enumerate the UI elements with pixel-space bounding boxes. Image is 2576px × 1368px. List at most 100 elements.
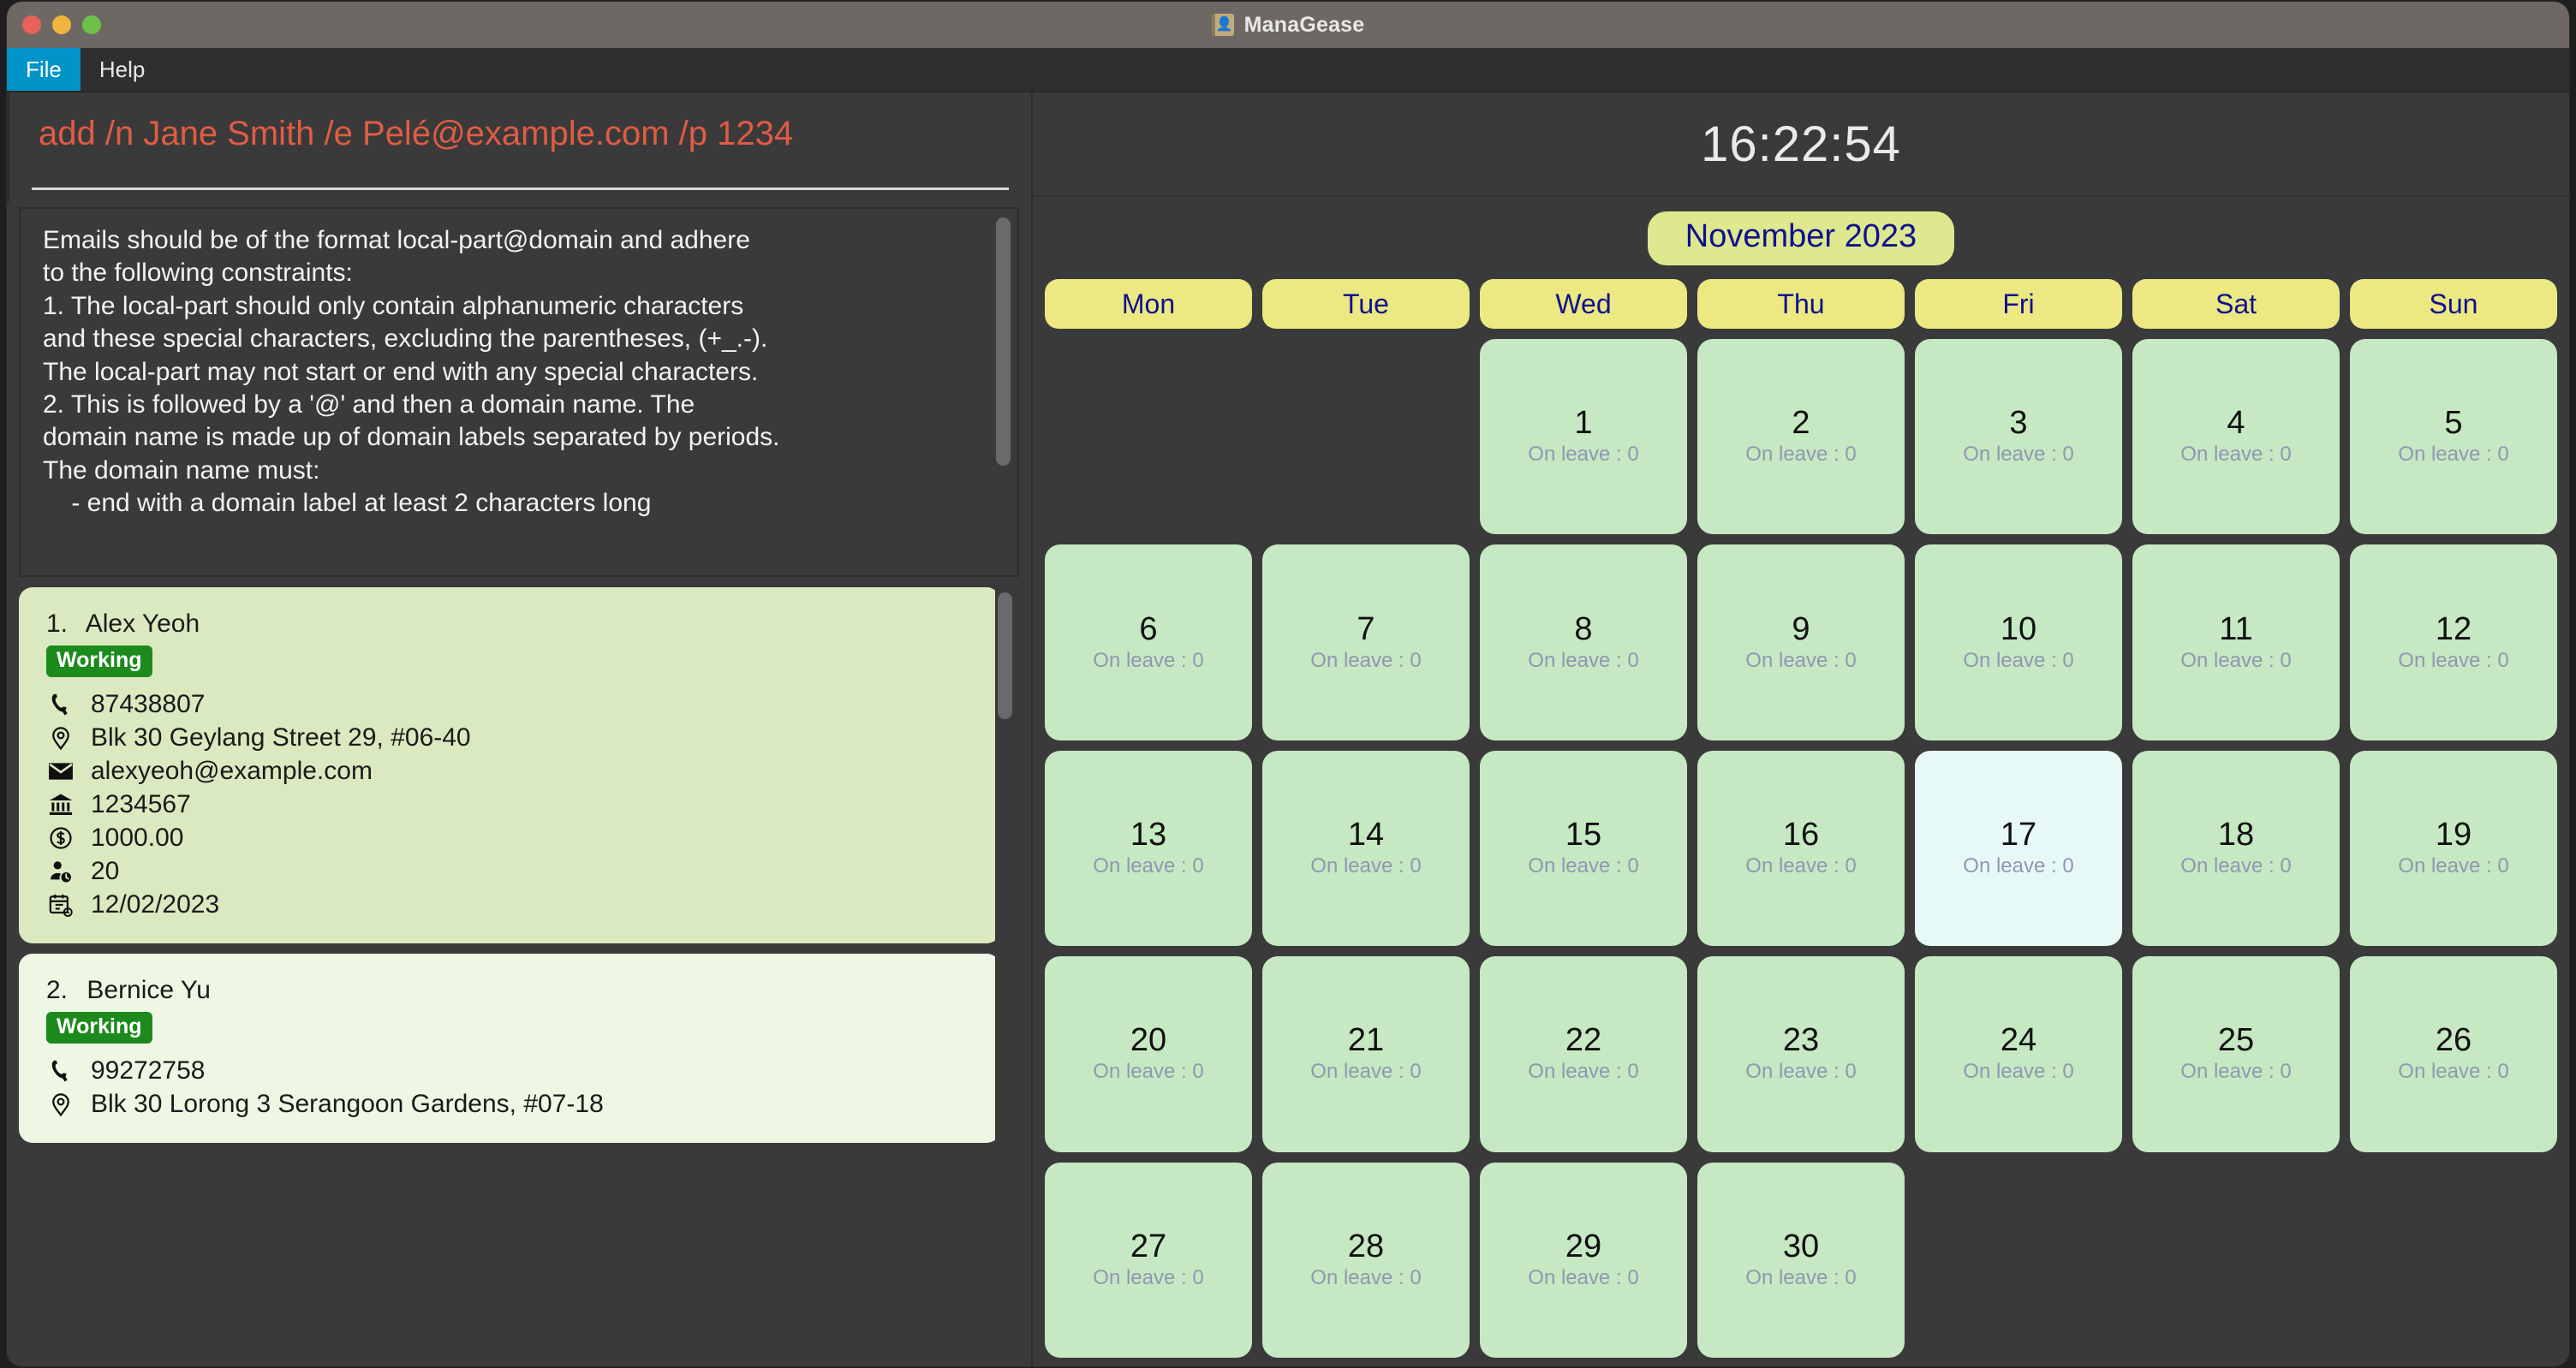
person-join-date: 12/02/2023: [91, 890, 220, 919]
menu-item-file[interactable]: File: [7, 48, 80, 91]
person-salary-row: 1000.00: [46, 824, 973, 853]
calendar-day-cell[interactable]: 1 On leave : 0: [1480, 339, 1687, 535]
person-bank-row: 1234567: [46, 790, 973, 819]
calendar-day-cell[interactable]: 13 On leave : 0: [1045, 750, 1252, 947]
calendar-day-number: 16: [1782, 817, 1820, 854]
list-item[interactable]: 2. Bernice Yu Working 99272758 Blk 30 Lo…: [19, 954, 1000, 1143]
calendar-day-cell[interactable]: 17 On leave : 0: [1915, 750, 2122, 947]
calendar-day-cell[interactable]: 18 On leave : 0: [2132, 750, 2340, 947]
calendar-day-cell[interactable]: 21 On leave : 0: [1262, 956, 1470, 1152]
phone-icon: [46, 1056, 75, 1085]
calendar-day-number: 6: [1139, 610, 1158, 647]
calendar-day-number: 24: [2000, 1022, 2037, 1059]
calendar-empty-cell: [1262, 339, 1470, 534]
calendar-weekday-thu: Thu: [1697, 279, 1905, 329]
calendar: Mon Tue Wed Thu Fri Sat Sun 1 On leave : 0 2 On l…: [1033, 279, 2569, 1366]
calendar-day-cell[interactable]: 4 On leave : 0: [2132, 339, 2340, 535]
menu-bar: File Help: [7, 48, 2569, 92]
calendar-day-on-leave: On leave : 0: [1963, 854, 2074, 877]
calendar-day-cell[interactable]: 27 On leave : 0: [1045, 1162, 1252, 1358]
calendar-day-on-leave: On leave : 0: [1963, 443, 2074, 467]
calendar-day-cell[interactable]: 26 On leave : 0: [2350, 956, 2557, 1152]
menu-item-help[interactable]: Help: [80, 48, 164, 91]
calendar-day-on-leave: On leave : 0: [1093, 648, 1204, 672]
person-list-scrollbar-thumb[interactable]: [998, 592, 1012, 719]
calendar-day-on-leave: On leave : 0: [2180, 443, 2292, 467]
calendar-day-number: 5: [2444, 405, 2463, 442]
calendar-day-cell[interactable]: 3 On leave : 0: [1915, 339, 2122, 535]
person-phone-row: 99272758: [46, 1056, 973, 1085]
calendar-day-cell[interactable]: 8 On leave : 0: [1480, 544, 1687, 741]
calendar-weekday-tue: Tue: [1262, 279, 1470, 329]
calendar-day-on-leave: On leave : 0: [1528, 1265, 1639, 1289]
calendar-day-number: 4: [2227, 405, 2245, 442]
calendar-day-cell[interactable]: 24 On leave : 0: [1915, 956, 2122, 1152]
calendar-day-number: 15: [1565, 817, 1602, 854]
calendar-day-on-leave: On leave : 0: [1745, 443, 1857, 467]
calendar-day-cell[interactable]: 10 On leave : 0: [1915, 544, 2122, 741]
calendar-day-on-leave: On leave : 0: [1745, 648, 1857, 672]
calendar-day-cell[interactable]: 5 On leave : 0: [2350, 339, 2557, 535]
calendar-day-number: 22: [1565, 1022, 1602, 1059]
command-input-area[interactable]: add /n Jane Smith /e Pelé@example.com /p…: [7, 92, 1031, 202]
calendar-day-on-leave: On leave : 0: [1093, 1265, 1204, 1289]
calendar-day-cell[interactable]: 16 On leave : 0: [1697, 750, 1905, 947]
calendar-day-cell[interactable]: 6 On leave : 0: [1045, 544, 1252, 741]
person-list: 1. Alex Yeoh Working 87438807 Blk 30 Gey…: [19, 587, 1000, 1143]
calendar-day-number: 19: [2435, 817, 2472, 854]
person-name-row: 1. Alex Yeoh: [46, 610, 973, 639]
person-phone: 99272758: [91, 1056, 206, 1085]
calendar-weekday-row: Mon Tue Wed Thu Fri Sat Sun: [1045, 279, 2557, 329]
list-item[interactable]: 1. Alex Yeoh Working 87438807 Blk 30 Gey…: [19, 587, 1000, 943]
calendar-day-cell[interactable]: 9 On leave : 0: [1697, 544, 1905, 741]
person-name: Bernice Yu: [86, 976, 211, 1004]
person-email-row: alexyeoh@example.com: [46, 757, 973, 786]
location-pin-icon: [46, 1090, 75, 1119]
calendar-day-cell[interactable]: 11 On leave : 0: [2132, 544, 2340, 741]
calendar-day-cell[interactable]: 30 On leave : 0: [1697, 1162, 1905, 1358]
calendar-day-cell[interactable]: 20 On leave : 0: [1045, 956, 1252, 1152]
main-content-area: add /n Jane Smith /e Pelé@example.com /p…: [7, 92, 2569, 1366]
clock-time: 16:22:54: [1701, 116, 1901, 172]
person-address-row: Blk 30 Geylang Street 29, #06-40: [46, 723, 973, 752]
result-display-text: Emails should be of the format local-par…: [43, 226, 780, 518]
calendar-day-cell[interactable]: 28 On leave : 0: [1262, 1162, 1470, 1358]
calendar-day-number: 17: [2000, 817, 2037, 854]
application-window: 👤 ManaGease File Help add /n Jane Smith …: [7, 2, 2569, 1366]
calendar-day-cell[interactable]: 29 On leave : 0: [1480, 1162, 1687, 1358]
maximize-window-button[interactable]: [82, 15, 101, 34]
window-title: 👤 ManaGease: [1211, 13, 1365, 38]
person-email: alexyeoh@example.com: [91, 757, 373, 785]
command-input-text: add /n Jane Smith /e Pelé@example.com /p…: [39, 115, 794, 152]
title-bar: 👤 ManaGease: [7, 2, 2569, 48]
calendar-day-cell[interactable]: 2 On leave : 0: [1697, 339, 1905, 535]
calendar-day-number: 27: [1130, 1228, 1167, 1264]
calendar-empty-cell: [1045, 339, 1252, 534]
close-window-button[interactable]: [22, 15, 41, 34]
calendar-day-cell[interactable]: 14 On leave : 0: [1262, 750, 1470, 947]
calendar-day-number: 23: [1782, 1022, 1820, 1059]
calendar-day-cell[interactable]: 22 On leave : 0: [1480, 956, 1687, 1152]
calendar-weekday-sat: Sat: [2132, 279, 2340, 329]
calendar-day-cell[interactable]: 19 On leave : 0: [2350, 750, 2557, 947]
calendar-day-number: 9: [1792, 610, 1810, 647]
calendar-day-on-leave: On leave : 0: [1528, 1060, 1639, 1084]
calendar-day-number: 30: [1782, 1228, 1820, 1264]
calendar-day-cell[interactable]: 25 On leave : 0: [2132, 956, 2340, 1152]
calendar-day-on-leave: On leave : 0: [1963, 648, 2074, 672]
calendar-day-number: 11: [2219, 610, 2253, 647]
calendar-day-cell[interactable]: 23 On leave : 0: [1697, 956, 1905, 1152]
minimize-window-button[interactable]: [52, 15, 71, 34]
address-book-icon: 👤: [1211, 14, 1234, 36]
calendar-day-cell[interactable]: 12 On leave : 0: [2350, 544, 2557, 741]
person-address-row: Blk 30 Lorong 3 Serangoon Gardens, #07-1…: [46, 1090, 973, 1119]
person-address: Blk 30 Lorong 3 Serangoon Gardens, #07-1…: [91, 1090, 604, 1118]
result-scrollbar[interactable]: [993, 212, 1012, 572]
calendar-day-on-leave: On leave : 0: [2398, 648, 2509, 672]
person-list-scrollbar[interactable]: [995, 589, 1014, 1363]
calendar-day-on-leave: On leave : 0: [2398, 854, 2509, 877]
calendar-day-number: 14: [1347, 817, 1385, 854]
calendar-day-cell[interactable]: 7 On leave : 0: [1262, 544, 1470, 741]
calendar-day-cell[interactable]: 15 On leave : 0: [1480, 750, 1687, 947]
result-scrollbar-thumb[interactable]: [996, 217, 1011, 466]
